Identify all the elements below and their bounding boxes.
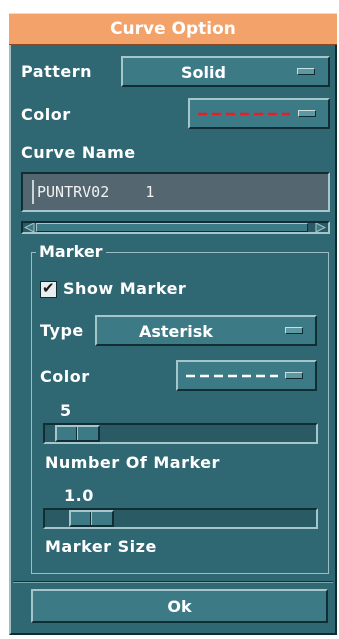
- marker-size-slider-thumb[interactable]: [69, 510, 114, 527]
- pattern-label: Pattern: [21, 62, 93, 81]
- marker-size-value: 1.0: [64, 486, 94, 505]
- scroll-right-arrow-icon[interactable]: [315, 223, 326, 232]
- option-menu-indicator-icon: [297, 68, 315, 75]
- number-of-marker-value: 5: [60, 401, 72, 420]
- text-cursor: [32, 180, 34, 204]
- ok-button[interactable]: Ok: [31, 589, 328, 623]
- color-label: Color: [21, 105, 71, 124]
- scroll-left-arrow-icon[interactable]: [24, 223, 35, 232]
- show-marker-label[interactable]: Show Marker: [63, 279, 186, 298]
- marker-size-slider[interactable]: [43, 508, 318, 529]
- number-of-marker-slider[interactable]: [43, 423, 318, 444]
- curve-name-field[interactable]: PUNTRV02 1: [21, 172, 330, 212]
- pattern-option-menu[interactable]: Solid: [121, 56, 330, 87]
- marker-type-value: Asterisk: [139, 322, 213, 341]
- curve-name-value: PUNTRV02 1: [37, 183, 155, 201]
- color-option-menu[interactable]: [188, 98, 330, 129]
- thumb-grip: [90, 512, 92, 525]
- scrollbar-thumb[interactable]: [36, 223, 308, 232]
- dashed-line-swatch-icon: [198, 112, 290, 116]
- curve-name-label: Curve Name: [21, 143, 136, 162]
- marker-group-title: Marker: [36, 242, 106, 261]
- show-marker-checkbox[interactable]: ✔: [40, 279, 57, 298]
- option-menu-indicator-icon: [285, 327, 303, 334]
- checkmark-icon: ✔: [42, 279, 55, 297]
- marker-type-label: Type: [40, 321, 84, 340]
- separator: [13, 581, 333, 583]
- dashed-line-swatch-icon: [186, 374, 278, 378]
- pattern-value: Solid: [181, 63, 226, 82]
- ok-button-label: Ok: [167, 597, 192, 616]
- dialog-title: Curve Option: [9, 13, 337, 45]
- number-of-marker-slider-thumb[interactable]: [55, 425, 100, 442]
- option-menu-indicator-icon: [285, 372, 303, 379]
- marker-color-option-menu[interactable]: [176, 360, 317, 391]
- thumb-grip: [76, 427, 78, 440]
- marker-type-option-menu[interactable]: Asterisk: [95, 315, 317, 346]
- marker-size-label: Marker Size: [45, 537, 157, 556]
- marker-color-label: Color: [40, 367, 90, 386]
- number-of-marker-label: Number Of Marker: [45, 453, 220, 472]
- option-menu-indicator-icon: [298, 110, 316, 117]
- curve-name-scrollbar[interactable]: [21, 221, 330, 234]
